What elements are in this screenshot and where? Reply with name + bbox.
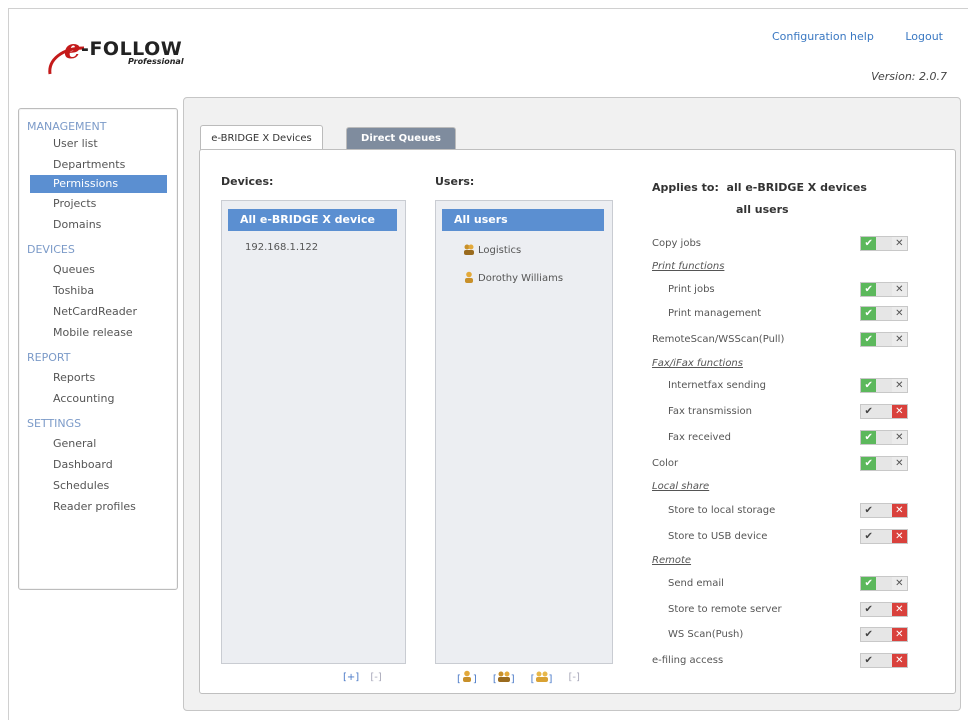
add-group-icon bbox=[497, 671, 510, 682]
top-links: Configuration help Logout bbox=[744, 30, 943, 43]
user-item-person[interactable]: Dorothy Williams bbox=[463, 271, 563, 284]
sidebar-item-dashboard[interactable]: Dashboard bbox=[19, 454, 177, 475]
remove-user-button[interactable]: [-] bbox=[568, 672, 579, 683]
add-device-button[interactable]: [+] bbox=[343, 672, 359, 683]
sidebar-item-user-list[interactable]: User list bbox=[19, 133, 177, 154]
perm-store-remote-label: Store to remote server bbox=[668, 604, 782, 615]
perm-remote-scan-toggle[interactable]: ✔ ✕ bbox=[860, 332, 908, 347]
perm-fax-received-toggle[interactable]: ✔ ✕ bbox=[860, 430, 908, 445]
tab-ebridge-devices[interactable]: e-BRIDGE X Devices bbox=[200, 125, 323, 152]
user-item-group[interactable]: Logistics bbox=[463, 243, 521, 256]
perm-ws-scan-push-label: WS Scan(Push) bbox=[668, 629, 744, 640]
perm-print-management-label: Print management bbox=[668, 308, 762, 319]
main-content: e-BRIDGE X Devices Direct Queues Devices… bbox=[183, 97, 961, 711]
sidebar-item-schedules[interactable]: Schedules bbox=[19, 475, 177, 496]
perm-efiling-label: e-filing access bbox=[652, 655, 724, 666]
perm-send-email-label: Send email bbox=[668, 578, 724, 589]
user-icon bbox=[465, 271, 473, 283]
sidebar-item-projects[interactable]: Projects bbox=[19, 193, 177, 214]
perm-cat-fax-functions: Fax/iFax functions bbox=[652, 358, 743, 369]
perm-remote-scan-label: RemoteScan/WSScan(Pull) bbox=[652, 334, 785, 345]
device-item-all[interactable]: All e-BRIDGE X device bbox=[228, 209, 397, 231]
users-list[interactable]: All users Logistics Dorothy Williams bbox=[435, 200, 613, 664]
sidebar-item-accounting[interactable]: Accounting bbox=[19, 388, 177, 409]
permissions-panel: Devices: All e-BRIDGE X device 192.168.1… bbox=[199, 149, 956, 694]
perm-cat-local-share: Local share bbox=[652, 481, 710, 492]
user-item-all[interactable]: All users bbox=[442, 209, 604, 231]
e-follow-logo: e-FOLLOW Professional bbox=[44, 30, 184, 80]
sidebar-item-netcardreader[interactable]: NetCardReader bbox=[19, 301, 177, 322]
group-icon bbox=[464, 244, 474, 255]
logo-subtitle: Professional bbox=[128, 57, 184, 66]
tab-direct-queues[interactable]: Direct Queues bbox=[346, 127, 456, 149]
perm-internetfax-label: Internetfax sending bbox=[668, 380, 766, 391]
sidebar-item-reports[interactable]: Reports bbox=[19, 367, 177, 388]
sidebar-section-devices: DEVICES bbox=[27, 243, 75, 256]
remove-device-button[interactable]: [-] bbox=[370, 672, 381, 683]
perm-store-remote-toggle[interactable]: ✔ ✕ bbox=[860, 602, 908, 617]
sidebar-item-permissions[interactable]: Permissions bbox=[30, 175, 167, 193]
perm-print-jobs-toggle[interactable]: ✔ ✕ bbox=[860, 282, 908, 297]
add-department-button[interactable]: [] bbox=[531, 670, 552, 685]
perm-fax-transmission-toggle[interactable]: ✔ ✕ bbox=[860, 404, 908, 419]
sidebar-section-settings: SETTINGS bbox=[27, 417, 82, 430]
perm-efiling-toggle[interactable]: ✔ ✕ bbox=[860, 653, 908, 668]
sidebar: MANAGEMENT User list Departments Permiss… bbox=[18, 108, 178, 590]
perm-color-toggle[interactable]: ✔ ✕ bbox=[860, 456, 908, 471]
applies-to-users: all users bbox=[736, 203, 789, 216]
sidebar-section-report: REPORT bbox=[27, 351, 71, 364]
perm-store-local-label: Store to local storage bbox=[668, 505, 776, 516]
version-label: Version: 2.0.7 bbox=[871, 70, 947, 83]
perm-store-usb-label: Store to USB device bbox=[668, 531, 768, 542]
perm-fax-transmission-label: Fax transmission bbox=[668, 406, 752, 417]
sidebar-item-domains[interactable]: Domains bbox=[19, 214, 177, 235]
perm-copy-jobs-label: Copy jobs bbox=[652, 238, 701, 249]
applies-to-devices: Applies to: all e-BRIDGE X devices bbox=[652, 181, 867, 194]
add-department-icon bbox=[535, 671, 548, 682]
sidebar-item-toshiba[interactable]: Toshiba bbox=[19, 280, 177, 301]
sidebar-item-departments[interactable]: Departments bbox=[19, 154, 177, 175]
device-item[interactable]: 192.168.1.122 bbox=[245, 242, 318, 253]
perm-send-email-toggle[interactable]: ✔ ✕ bbox=[860, 576, 908, 591]
perm-store-usb-toggle[interactable]: ✔ ✕ bbox=[860, 529, 908, 544]
perm-cat-print-functions: Print functions bbox=[652, 261, 725, 272]
devices-pager: [+] [-] bbox=[343, 672, 382, 683]
users-pager: [] [] [] [-] bbox=[457, 670, 580, 685]
devices-list[interactable]: All e-BRIDGE X device 192.168.1.122 bbox=[221, 200, 406, 664]
perm-color-label: Color bbox=[652, 458, 679, 469]
add-user-button[interactable]: [] bbox=[457, 670, 477, 685]
add-group-button[interactable]: [] bbox=[493, 670, 515, 685]
logout-link[interactable]: Logout bbox=[905, 30, 943, 43]
sidebar-section-management: MANAGEMENT bbox=[27, 120, 107, 133]
configuration-help-link[interactable]: Configuration help bbox=[772, 30, 874, 43]
perm-copy-jobs-toggle[interactable]: ✔ ✕ bbox=[860, 236, 908, 251]
devices-title: Devices: bbox=[221, 175, 274, 188]
users-title: Users: bbox=[435, 175, 475, 188]
sidebar-item-general[interactable]: General bbox=[19, 433, 177, 454]
sidebar-item-reader-profiles[interactable]: Reader profiles bbox=[19, 496, 177, 517]
add-user-icon bbox=[462, 670, 471, 682]
perm-ws-scan-push-toggle[interactable]: ✔ ✕ bbox=[860, 627, 908, 642]
perm-print-jobs-label: Print jobs bbox=[668, 284, 715, 295]
perm-store-local-toggle[interactable]: ✔ ✕ bbox=[860, 503, 908, 518]
sidebar-item-queues[interactable]: Queues bbox=[19, 259, 177, 280]
perm-internetfax-toggle[interactable]: ✔ ✕ bbox=[860, 378, 908, 393]
sidebar-item-mobile-release[interactable]: Mobile release bbox=[19, 322, 177, 343]
perm-fax-received-label: Fax received bbox=[668, 432, 731, 443]
perm-print-management-toggle[interactable]: ✔ ✕ bbox=[860, 306, 908, 321]
perm-cat-remote: Remote bbox=[652, 555, 692, 566]
